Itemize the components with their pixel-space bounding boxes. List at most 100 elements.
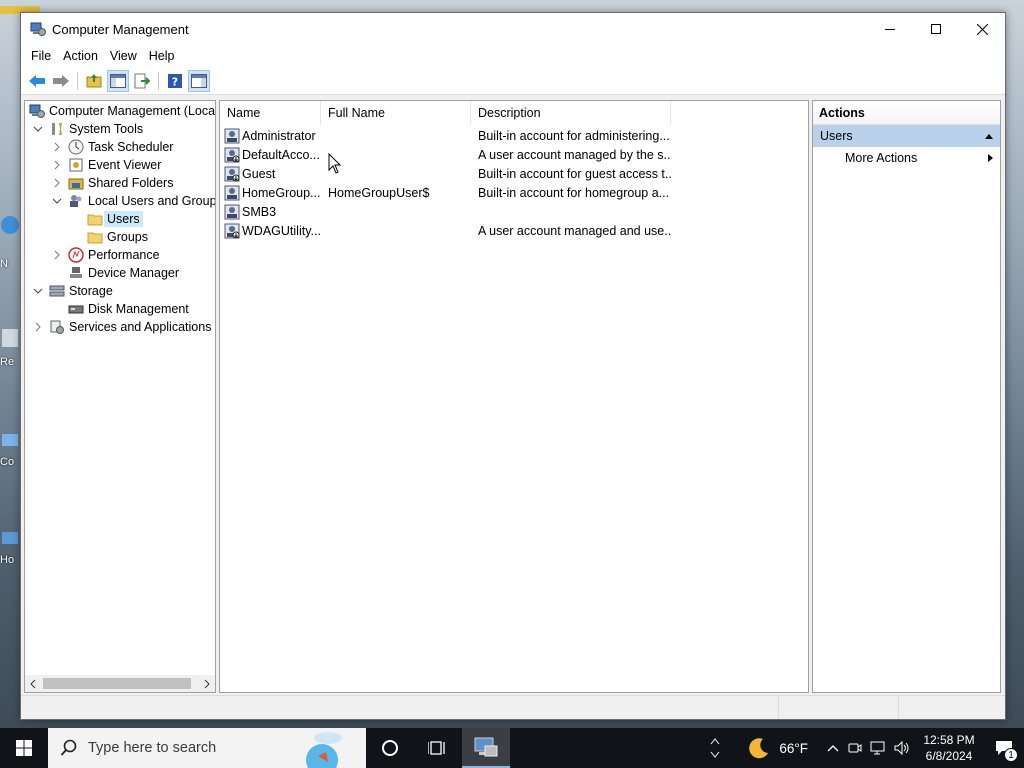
chevron-right-icon[interactable] bbox=[52, 250, 62, 260]
action-label: More Actions bbox=[845, 151, 918, 165]
user-description: Built-in account for guest access t... bbox=[478, 166, 671, 181]
maximize-button[interactable] bbox=[913, 13, 959, 45]
menu-bar: File Action View Help bbox=[21, 45, 1005, 67]
chevron-down-icon[interactable] bbox=[33, 286, 43, 296]
help-icon: ? bbox=[168, 73, 182, 88]
list-row-smb3[interactable]: SMB3 bbox=[220, 202, 808, 221]
tree-item-device-manager[interactable]: Device Manager bbox=[68, 264, 179, 282]
clock-time: 12:58 PM bbox=[923, 733, 975, 747]
desktop-icon-fragment[interactable] bbox=[0, 526, 20, 552]
forward-button[interactable] bbox=[50, 70, 72, 92]
chevron-up-icon bbox=[710, 738, 720, 745]
notification-count-badge: 1 bbox=[1004, 748, 1018, 762]
tree-item-local-users-and-groups[interactable]: Local Users and Groups bbox=[52, 192, 215, 210]
tree-item-groups[interactable]: Groups bbox=[87, 228, 148, 246]
minimize-button[interactable] bbox=[867, 13, 913, 45]
chevron-down-icon[interactable] bbox=[52, 196, 62, 206]
clock[interactable]: 12:58 PM 6/8/2024 bbox=[914, 732, 984, 764]
submenu-arrow-icon bbox=[988, 154, 993, 162]
tree-item-system-tools[interactable]: System Tools bbox=[33, 120, 143, 138]
clock-date: 6/8/2024 bbox=[925, 749, 973, 763]
scrollbar-thumb[interactable] bbox=[43, 678, 191, 689]
search-placeholder: Type here to search bbox=[88, 740, 217, 756]
actions-section-users[interactable]: Users bbox=[813, 125, 1000, 147]
collapse-up-icon[interactable] bbox=[984, 132, 994, 140]
services-icon bbox=[49, 319, 65, 335]
help-button[interactable]: ? bbox=[164, 70, 186, 92]
meet-now-button[interactable] bbox=[844, 741, 866, 755]
user-name: Administrator bbox=[242, 128, 316, 143]
desktop-icon-fragment[interactable] bbox=[0, 428, 20, 454]
tree-item-services-and-applications[interactable]: Services and Applications bbox=[33, 318, 211, 336]
taskbar-scroll[interactable] bbox=[707, 728, 723, 768]
maximize-icon bbox=[931, 24, 941, 34]
actions-pane: Actions Users More Actions bbox=[812, 100, 1001, 693]
list-row-administrator[interactable]: Administrator Built-in account for admin… bbox=[220, 126, 808, 145]
taskbar-search-box[interactable]: Type here to search bbox=[48, 728, 366, 768]
show-hide-action-pane-button[interactable] bbox=[188, 69, 210, 92]
column-header-name[interactable]: Name bbox=[220, 101, 321, 125]
task-view-button[interactable] bbox=[414, 728, 462, 768]
chevron-down-icon[interactable] bbox=[33, 124, 43, 134]
users-list[interactable]: Name Full Name Description Administrator… bbox=[219, 100, 809, 693]
tree-item-computer-management[interactable]: Computer Management (Local bbox=[29, 102, 215, 120]
computer-management-icon bbox=[474, 737, 498, 757]
window-title: Computer Management bbox=[52, 21, 189, 37]
tree-item-label: Event Viewer bbox=[88, 158, 162, 172]
notification-center-button[interactable]: 1 bbox=[984, 728, 1024, 768]
computer-management-window: Computer Management File Action View Hel… bbox=[20, 12, 1006, 720]
desktop-icon-fragment[interactable] bbox=[0, 212, 20, 238]
menu-action[interactable]: Action bbox=[57, 45, 104, 67]
title-bar[interactable]: Computer Management bbox=[21, 13, 1005, 45]
chevron-right-icon[interactable] bbox=[52, 160, 62, 170]
list-row-defaultaccount[interactable]: DefaultAcco... A user account managed by… bbox=[220, 145, 808, 164]
start-button[interactable] bbox=[0, 728, 48, 768]
scroll-right-icon[interactable] bbox=[203, 678, 211, 692]
chevron-right-icon[interactable] bbox=[33, 322, 43, 332]
user-name: SMB3 bbox=[242, 204, 277, 219]
list-row-wdagutilityaccount[interactable]: WDAGUtility... A user account managed an… bbox=[220, 221, 808, 240]
tree-item-disk-management[interactable]: Disk Management bbox=[68, 300, 189, 318]
menu-file[interactable]: File bbox=[25, 45, 57, 67]
desktop-icon-fragment[interactable] bbox=[0, 325, 20, 351]
column-header-full-name[interactable]: Full Name bbox=[321, 101, 471, 125]
show-hidden-icons-button[interactable] bbox=[822, 744, 844, 752]
weather-widget[interactable]: 66°F bbox=[747, 736, 808, 760]
action-more-actions[interactable]: More Actions bbox=[813, 147, 1000, 169]
back-button[interactable] bbox=[26, 70, 48, 92]
tree-item-task-scheduler[interactable]: Task Scheduler bbox=[52, 138, 173, 156]
tree-item-shared-folders[interactable]: Shared Folders bbox=[52, 174, 173, 192]
show-hide-console-tree-button[interactable] bbox=[107, 69, 129, 92]
export-list-button[interactable] bbox=[131, 70, 153, 92]
volume-button[interactable] bbox=[890, 741, 914, 755]
export-list-icon bbox=[134, 73, 150, 88]
console-tree[interactable]: Computer Management (Local System Tools … bbox=[24, 100, 216, 693]
computer-management-icon bbox=[30, 21, 46, 37]
weather-temperature: 66°F bbox=[779, 740, 808, 756]
close-button[interactable] bbox=[959, 13, 1005, 45]
list-row-homegroupuser[interactable]: HomeGroup... HomeGroupUser$ Built-in acc… bbox=[220, 183, 808, 202]
search-highlight-illustration-icon bbox=[306, 732, 342, 768]
horizontal-scrollbar[interactable] bbox=[25, 675, 215, 692]
toolbar-separator bbox=[77, 71, 78, 90]
tree-item-users[interactable]: Users bbox=[87, 210, 143, 228]
menu-help[interactable]: Help bbox=[143, 45, 181, 67]
taskbar: Type here to search 66°F 12:58 PM 6/8/20… bbox=[0, 728, 1024, 768]
tree-item-storage[interactable]: Storage bbox=[33, 282, 113, 300]
up-one-level-button[interactable] bbox=[83, 70, 105, 92]
menu-view[interactable]: View bbox=[104, 45, 143, 67]
taskbar-app-computer-management[interactable] bbox=[462, 728, 510, 768]
windows-logo-icon bbox=[16, 740, 32, 756]
disabled-user-icon bbox=[224, 147, 240, 162]
status-cell bbox=[21, 696, 779, 719]
list-row-guest[interactable]: Guest Built-in account for guest access … bbox=[220, 164, 808, 183]
scroll-left-icon[interactable] bbox=[29, 678, 37, 692]
user-name: Guest bbox=[242, 166, 276, 181]
chevron-right-icon[interactable] bbox=[52, 178, 62, 188]
tree-item-performance[interactable]: Performance bbox=[52, 246, 160, 264]
column-header-description[interactable]: Description bbox=[471, 101, 671, 125]
chevron-right-icon[interactable] bbox=[52, 142, 62, 152]
tree-item-event-viewer[interactable]: Event Viewer bbox=[52, 156, 161, 174]
network-button[interactable] bbox=[866, 741, 890, 755]
cortana-button[interactable] bbox=[366, 728, 414, 768]
